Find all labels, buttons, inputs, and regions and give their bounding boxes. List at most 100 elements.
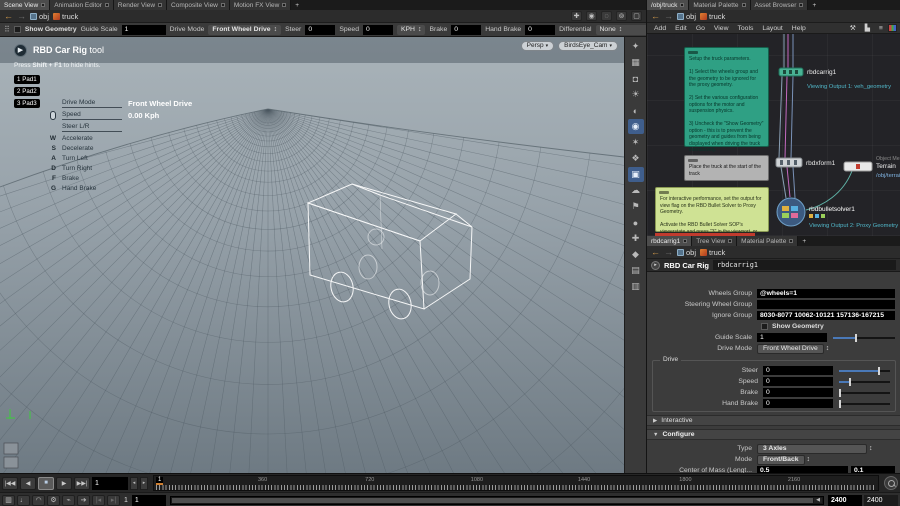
- lock-camera-icon[interactable]: ◘: [628, 71, 644, 86]
- birdseye-camera-button[interactable]: BirdsEye_Cam: [558, 41, 618, 51]
- frame-decrement-button[interactable]: ◂: [130, 476, 138, 490]
- persp-camera-button[interactable]: Persp: [520, 41, 555, 51]
- speed-field[interactable]: 0: [763, 377, 833, 386]
- wireframe-display-icon[interactable]: ▤: [628, 263, 644, 278]
- stop-button[interactable]: ■: [38, 476, 54, 490]
- key-scrub-icon[interactable]: ⌁: [62, 494, 75, 506]
- breadcrumb-obj[interactable]: obj: [30, 12, 49, 21]
- tab-rbdcarrig-params[interactable]: rbdcarrig1: [647, 236, 693, 246]
- audio-icon[interactable]: ♩: [17, 494, 30, 506]
- breadcrumb-obj[interactable]: obj: [677, 12, 696, 21]
- select-visibility-icon[interactable]: ✦: [628, 39, 644, 54]
- new-tab-button[interactable]: +: [291, 0, 303, 10]
- sticky-note-setup[interactable]: Setup the truck parameters. 1) Select th…: [684, 47, 769, 153]
- tab-tree-view[interactable]: Tree View: [692, 236, 738, 246]
- tab-box-icon[interactable]: [728, 239, 733, 243]
- playback-range-slider[interactable]: ◀: [169, 495, 824, 505]
- tab-box-icon[interactable]: [799, 3, 804, 7]
- breadcrumb-truck[interactable]: truck: [700, 12, 725, 21]
- breadcrumb-truck[interactable]: truck: [700, 248, 725, 257]
- range-end-field[interactable]: 2400: [828, 494, 862, 506]
- tab-asset-browser[interactable]: Asset Browser: [750, 0, 809, 10]
- menu-help[interactable]: Help: [788, 25, 810, 32]
- hand-brake-field[interactable]: 0: [525, 24, 556, 35]
- menu-add[interactable]: Add: [650, 25, 670, 32]
- tab-material-palette[interactable]: Material Palette: [689, 0, 751, 10]
- sticky-note-performance[interactable]: For interactive performance, set the out…: [655, 187, 769, 236]
- interactive-section-header[interactable]: ▶ Interactive: [647, 415, 900, 426]
- forward-icon[interactable]: →: [664, 11, 673, 21]
- brake-field[interactable]: 0: [451, 24, 482, 35]
- mode-dropdown[interactable]: Front/Back: [757, 454, 805, 465]
- car-wireframe[interactable]: [306, 183, 473, 321]
- current-frame-marker[interactable]: 1: [156, 477, 164, 485]
- node-name-field[interactable]: rbdcarrig1: [713, 260, 896, 270]
- playback-settings-icon[interactable]: ⚙: [47, 494, 60, 506]
- tab-render-view[interactable]: Render View: [113, 0, 168, 10]
- tab-box-icon[interactable]: [220, 3, 225, 7]
- add-display-icon[interactable]: ✚: [628, 231, 644, 246]
- wheels-group-field[interactable]: @wheels=1: [757, 289, 895, 298]
- center-of-mass-field-b[interactable]: 0.1: [851, 466, 895, 473]
- new-tab-button[interactable]: +: [798, 236, 810, 246]
- breadcrumb-truck[interactable]: truck: [53, 12, 78, 21]
- menu-edit[interactable]: Edit: [671, 25, 691, 32]
- breadcrumb-obj[interactable]: obj: [677, 248, 696, 257]
- forward-icon[interactable]: →: [664, 247, 673, 257]
- node-rbdxform[interactable]: rbdxform1: [775, 157, 836, 168]
- shaded-display-icon[interactable]: ▥: [628, 279, 644, 294]
- center-of-mass-field-a[interactable]: 0.5: [757, 466, 848, 473]
- color-palette-icon[interactable]: [888, 24, 897, 32]
- differential-dropdown[interactable]: None ↕: [595, 24, 646, 35]
- viewport-3d[interactable]: Persp BirdsEye_Cam ▶ RBD Car Rig tool Pr…: [0, 37, 624, 473]
- tab-box-icon[interactable]: [158, 3, 163, 7]
- sticky-note-place-truck[interactable]: Place the truck at the start of the trac…: [684, 155, 769, 181]
- reflections-icon[interactable]: ❖: [628, 151, 644, 166]
- ignore-group-field[interactable]: 8030-8077 10062-10121 157136-167215: [757, 311, 895, 320]
- spinner-icon[interactable]: ↕: [807, 456, 811, 463]
- normals-display-icon[interactable]: ◆: [628, 247, 644, 262]
- tools-icon[interactable]: ⚒: [846, 24, 860, 32]
- node-rbdbulletsolver[interactable]: rbdbulletsolver1 Viewing Output 2: Proxy…: [776, 197, 898, 229]
- normal-lights-icon[interactable]: ◐: [628, 103, 644, 118]
- global-end-field[interactable]: 2400: [864, 494, 898, 506]
- tab-material-palette-2[interactable]: Material Palette: [737, 236, 799, 246]
- tab-box-icon[interactable]: [741, 3, 746, 7]
- tab-composite-view[interactable]: Composite View: [167, 0, 230, 10]
- fog-icon[interactable]: ⚑: [628, 199, 644, 214]
- tab-box-icon[interactable]: [683, 239, 688, 243]
- node-expand-icon[interactable]: ▸: [651, 260, 660, 270]
- timeline-zoom-icon[interactable]: [884, 476, 898, 490]
- snap-icon[interactable]: ✚: [571, 11, 582, 21]
- forward-icon[interactable]: →: [17, 11, 26, 21]
- prev-key-button[interactable]: |◂: [92, 494, 105, 506]
- step-back-button[interactable]: ◀: [20, 476, 36, 490]
- tab-box-icon[interactable]: [41, 3, 46, 7]
- range-end-handle[interactable]: ◀: [814, 497, 822, 503]
- tab-motion-fx-view[interactable]: Motion FX View: [229, 0, 292, 10]
- network-overview-icon[interactable]: ▙: [861, 24, 874, 32]
- geometry-snap-icon[interactable]: ▦: [628, 55, 644, 70]
- follow-playhead-icon[interactable]: ➔: [77, 494, 90, 506]
- list-view-icon[interactable]: ≡: [875, 25, 887, 32]
- brake-slider[interactable]: [839, 388, 890, 397]
- guide-scale-field[interactable]: 1: [757, 333, 827, 342]
- tab-obj-truck[interactable]: /obj/truck: [647, 0, 690, 10]
- configure-section-header[interactable]: ▼ Configure: [647, 429, 900, 440]
- jump-to-start-button[interactable]: |◀◀: [2, 476, 18, 490]
- menu-tools[interactable]: Tools: [734, 25, 758, 32]
- pane-maximize-icon[interactable]: ▢: [631, 11, 642, 21]
- menu-view[interactable]: View: [710, 25, 733, 32]
- timeline-ruler[interactable]: 1 360 720 1080 1440 1800 2160: [153, 475, 879, 491]
- point-display-icon[interactable]: ●: [628, 215, 644, 230]
- next-key-button[interactable]: ▸|: [107, 494, 120, 506]
- high-quality-lighting-icon[interactable]: ◉: [627, 119, 644, 134]
- spinner-icon[interactable]: ↕: [826, 345, 830, 352]
- tab-box-icon[interactable]: [104, 3, 109, 7]
- export-keys-icon[interactable]: ▥: [2, 494, 15, 506]
- headlight-icon[interactable]: ☀: [628, 87, 644, 102]
- steer-field[interactable]: 0: [763, 366, 833, 375]
- drive-mode-dropdown[interactable]: Front Wheel Drive: [757, 343, 824, 354]
- lasso-icon[interactable]: ◌: [601, 11, 612, 21]
- type-dropdown[interactable]: 3 Axles: [757, 443, 867, 454]
